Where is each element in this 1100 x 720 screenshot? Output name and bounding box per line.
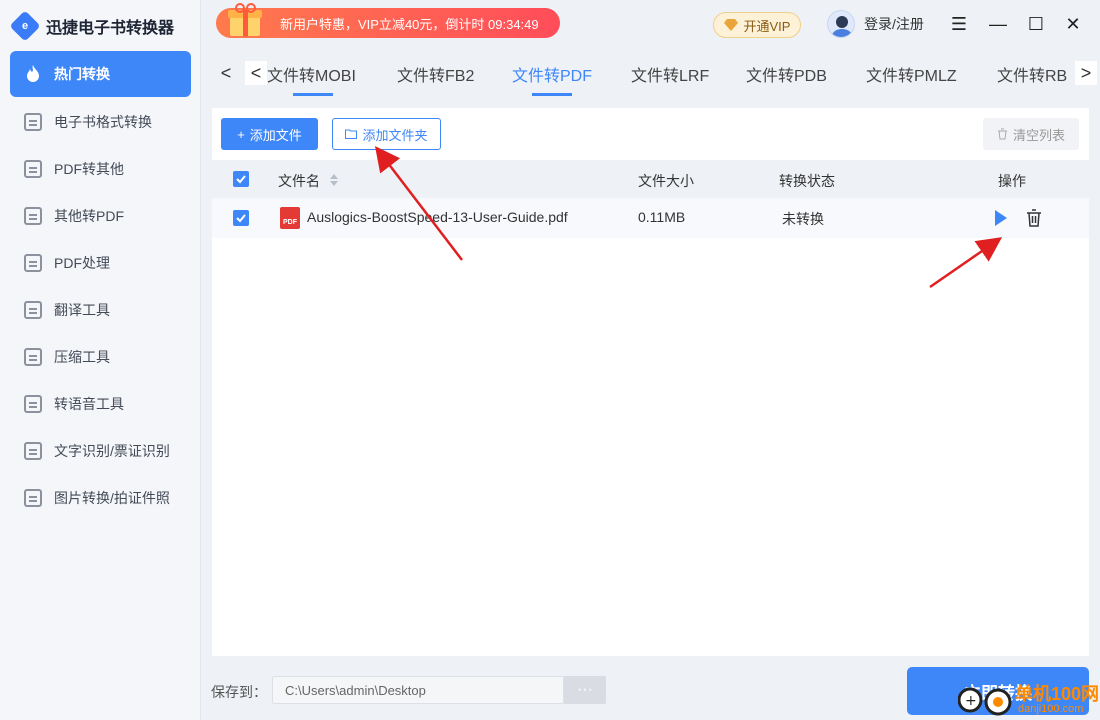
sidebar: e 迅捷电子书转换器 热门转换 电子书格式转换 PDF转其他 其他转PDF PD… [0,0,201,720]
tabs-next-icon[interactable]: > [1075,61,1097,85]
format-tabs: < < 文件转MOBI 文件转FB2 文件转PDF 文件转LRF 文件转PDB … [201,50,1100,96]
translate-icon [24,300,42,319]
file-panel: + 添加文件 添加文件夹 清空列表 文件名 文件大小 转换状态 操作 PDF A… [212,108,1089,656]
login-area[interactable]: 登录/注册 [827,10,924,38]
sidebar-item-translate[interactable]: 翻译工具 [10,286,191,333]
sidebar-item-label: 图片转换/拍证件照 [54,489,170,506]
add-file-button[interactable]: + 添加文件 [221,118,318,150]
tab-pdf[interactable]: 文件转PDF [512,62,592,86]
sort-icon[interactable] [330,174,338,186]
row-status: 未转换 [782,211,824,227]
check-icon [236,214,246,223]
flame-icon [27,65,39,82]
tab-pdb[interactable]: 文件转PDB [746,62,827,86]
close-icon[interactable]: ✕ [1063,14,1083,34]
folder-icon [345,129,358,139]
promo-text: 新用户特惠，VIP立减40元，倒计时 09:34:49 [280,16,539,32]
sidebar-item-image[interactable]: 图片转换/拍证件照 [10,474,191,521]
sidebar-item-other-to-pdf[interactable]: 其他转PDF [10,192,191,239]
save-path-input[interactable]: C:\Users\admin\Desktop [272,676,564,704]
row-filename: Auslogics-BoostSpeed-13-User-Guide.pdf [307,209,568,225]
browse-button[interactable]: ··· [564,676,606,704]
tab-mobi-underline [293,93,333,96]
tab-active-underline [532,93,572,96]
row-checkbox[interactable] [233,210,249,226]
table-header: 文件名 文件大小 转换状态 操作 [212,160,1089,198]
add-folder-label: 添加文件夹 [362,127,428,143]
sidebar-item-ebook-format[interactable]: 电子书格式转换 [10,98,191,145]
clear-list-button[interactable]: 清空列表 [983,118,1079,150]
topbar: 新用户特惠，VIP立减40元，倒计时 09:34:49 开通VIP 登录/注册 … [201,0,1100,50]
promo-banner[interactable]: 新用户特惠，VIP立减40元，倒计时 09:34:49 [216,3,560,38]
pdf-edit-icon [24,253,42,272]
sidebar-item-label: 热门转换 [54,66,110,82]
table-row[interactable]: PDF Auslogics-BoostSpeed-13-User-Guide.p… [212,198,1089,238]
tab-lrf[interactable]: 文件转LRF [631,62,709,86]
sidebar-item-label: 转语音工具 [54,395,124,412]
sidebar-item-label: 电子书格式转换 [54,113,152,130]
sidebar-item-ocr[interactable]: 文字识别/票证识别 [10,427,191,474]
tabs-scroll-left-icon[interactable]: < [245,61,267,85]
gift-icon [228,3,262,36]
app-title: 迅捷电子书转换器 [46,20,175,37]
sidebar-item-label: PDF转其他 [54,160,124,177]
sidebar-item-label: PDF处理 [54,254,110,271]
save-to-label: 保存到： [211,684,267,700]
tab-fb2[interactable]: 文件转FB2 [397,62,474,86]
vip-label: 开通VIP [743,18,791,34]
login-link[interactable]: 登录/注册 [864,14,924,34]
minimize-icon[interactable]: — [988,14,1008,34]
app-logo-icon: e [9,10,41,42]
header-filename: 文件名 [278,173,320,189]
sidebar-item-compress[interactable]: 压缩工具 [10,333,191,380]
check-icon [236,175,246,184]
tab-mobi[interactable]: 文件转MOBI [267,62,356,86]
trash-small-icon [997,128,1007,140]
sidebar-item-label: 压缩工具 [54,348,110,365]
tab-pmlz[interactable]: 文件转PMLZ [866,62,957,86]
sidebar-item-hot[interactable]: 热门转换 [10,51,191,97]
pdf-to-other-icon [24,159,42,178]
add-file-label: 添加文件 [249,127,302,143]
menu-icon[interactable]: ☰ [949,14,969,34]
sidebar-item-label: 其他转PDF [54,207,124,224]
svg-text:+: + [965,693,977,709]
sidebar-item-label: 文字识别/票证识别 [54,442,170,459]
brand: e 迅捷电子书转换器 [9,10,175,42]
pdf-file-icon: PDF [280,207,300,229]
sidebar-item-label: 翻译工具 [54,301,110,318]
tab-rb[interactable]: 文件转RB [997,62,1067,86]
avatar [827,10,855,38]
ebook-format-icon [24,112,42,131]
trash-icon[interactable] [1026,209,1042,227]
header-filesize: 文件大小 [638,173,694,189]
compress-icon [24,347,42,366]
header-action: 操作 [998,173,1026,189]
sidebar-item-audio[interactable]: 转语音工具 [10,380,191,427]
watermark-subtext: danji100.com [1018,703,1084,715]
tabs-prev-icon[interactable]: < [215,61,237,85]
vip-button[interactable]: 开通VIP [713,12,801,38]
play-icon[interactable] [995,210,1007,226]
header-status: 转换状态 [779,173,835,189]
row-filesize: 0.11MB [638,209,686,225]
sidebar-item-pdf-edit[interactable]: PDF处理 [10,239,191,286]
diamond-icon [723,19,738,31]
audio-icon [24,394,42,413]
watermark-logo-icon: + [958,687,1012,716]
ocr-icon [24,441,42,460]
other-to-pdf-icon [24,206,42,225]
maximize-icon[interactable]: ☐ [1026,14,1046,34]
sidebar-nav: 热门转换 电子书格式转换 PDF转其他 其他转PDF PDF处理 翻译工具 压缩… [10,51,191,521]
image-icon [24,488,42,507]
clear-list-label: 清空列表 [1012,127,1065,143]
plus-icon: + [237,126,245,142]
select-all-checkbox[interactable] [233,171,249,187]
sidebar-item-pdf-to-other[interactable]: PDF转其他 [10,145,191,192]
add-folder-button[interactable]: 添加文件夹 [332,118,441,150]
